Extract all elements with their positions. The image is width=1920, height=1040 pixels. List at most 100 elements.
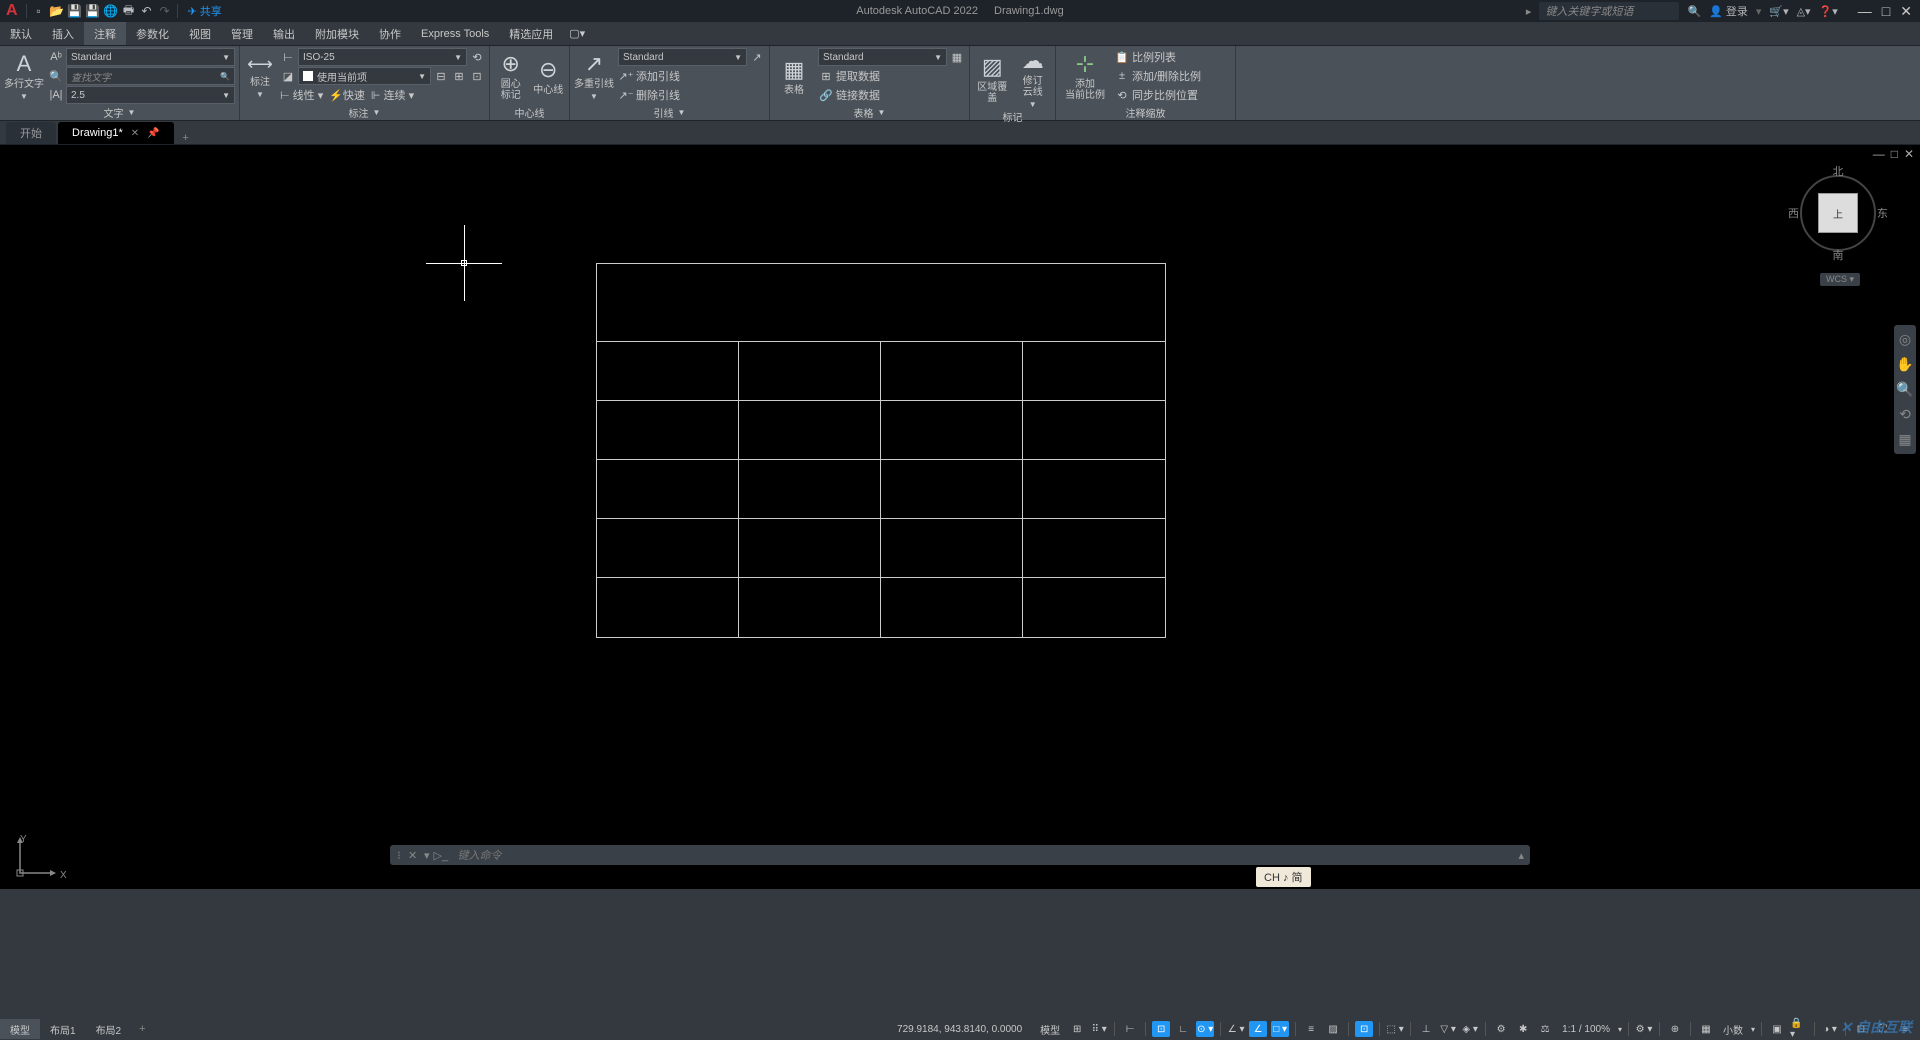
osnap-icon[interactable]: □ ▾ [1271, 1021, 1289, 1037]
tab-drawing1[interactable]: Drawing1* ✕ 📌 [58, 122, 174, 144]
continue-button[interactable]: ⊩ 连续 ▾ [371, 87, 414, 103]
linear-button[interactable]: ⊢ 线性 ▾ [280, 87, 323, 103]
layout1-tab[interactable]: 布局1 [40, 1019, 86, 1039]
add-leader-button[interactable]: ↗⁺ 添加引线 [618, 67, 765, 85]
dim-panel-title[interactable]: 标注▼ [244, 104, 485, 120]
viewcube[interactable]: 北 南 西 东 上 WCS ▾ [1788, 163, 1888, 263]
tablestyle-combo[interactable]: Standard▼ [818, 48, 947, 66]
tab-more-icon[interactable]: ▢▾ [569, 27, 585, 40]
tab-close-icon[interactable]: ✕ [131, 128, 139, 139]
snapmode-icon[interactable]: ⠿ ▾ [1090, 1021, 1108, 1037]
tab-view[interactable]: 视图 [179, 22, 221, 45]
tab-pin-icon[interactable]: 📌 [147, 128, 159, 139]
centermark-button[interactable]: ⊕ 圆心 标记 [494, 48, 528, 104]
saveas-icon[interactable]: 💾 [85, 3, 101, 19]
osnap-track-icon[interactable]: ∠ [1249, 1021, 1267, 1037]
table-panel-title[interactable]: 表格▼ [774, 104, 965, 120]
wipeout-button[interactable]: ▨ 区域覆盖 [974, 48, 1011, 109]
orbit-icon[interactable]: ⟲ [1899, 406, 1911, 423]
wheel-icon[interactable]: ◎ [1899, 331, 1911, 348]
model-tab[interactable]: 模型 [0, 1019, 40, 1039]
addscale-button[interactable]: ⊹ 添加 当前比例 [1060, 48, 1110, 104]
height-icon[interactable]: |A| [48, 87, 64, 103]
undo-icon[interactable]: ↶ [139, 3, 155, 19]
grid-icon[interactable]: ⊞ [1068, 1021, 1086, 1037]
login-button[interactable]: 👤 登录 [1709, 3, 1748, 19]
vp-minimize-icon[interactable]: — [1873, 147, 1885, 161]
search-icon[interactable]: 🔍 [1687, 5, 1701, 18]
dimstyle-icon[interactable]: ⊢ [280, 49, 296, 65]
dimlayer-combo[interactable]: 使用当前项▼ [298, 67, 431, 85]
tab-output[interactable]: 输出 [263, 22, 305, 45]
drawing-canvas[interactable]: — □ ✕ Y X 北 南 西 东 上 WCS ▾ ◎ ✋ 🔍 ⟲ ▦ CH ♪… [0, 145, 1920, 889]
tab-collaborate[interactable]: 协作 [369, 22, 411, 45]
help-search-input[interactable]: 键入关键字或短语 [1539, 2, 1679, 20]
textstyle-icon[interactable]: Aᵇ [48, 49, 64, 65]
pan-icon[interactable]: ✋ [1896, 356, 1913, 373]
cmd-expand-icon[interactable]: ▴ [1512, 849, 1530, 862]
adddel-scale-button[interactable]: ± 添加/删除比例 [1114, 67, 1231, 85]
dynamic-input-icon[interactable]: ⊡ [1152, 1021, 1170, 1037]
autoscale-icon[interactable]: ✱ [1514, 1021, 1532, 1037]
selection-filter-icon[interactable]: ▽ ▾ [1439, 1021, 1457, 1037]
infer-icon[interactable]: ⊢ [1121, 1021, 1139, 1037]
web-icon[interactable]: 🌐 [103, 3, 119, 19]
tablestyle-icon[interactable]: ▦ [949, 49, 965, 65]
autodesk-icon[interactable]: ◬▾ [1797, 5, 1811, 18]
tab-annotate[interactable]: 注释 [84, 22, 126, 45]
share-button[interactable]: ✈ 共享 [188, 3, 222, 19]
layout2-tab[interactable]: 布局2 [86, 1019, 132, 1039]
viewcube-top[interactable]: 上 [1818, 193, 1858, 233]
cmd-close-icon[interactable]: ✕ [408, 849, 420, 862]
gizmo-icon[interactable]: ◈ ▾ [1461, 1021, 1479, 1037]
table-entity[interactable] [596, 263, 1166, 638]
dim-update-icon[interactable]: ⟲ [469, 49, 485, 65]
vp-close-icon[interactable]: ✕ [1904, 147, 1914, 161]
link-button[interactable]: 🔗 链接数据 [818, 86, 965, 104]
table-button[interactable]: ▦ 表格 [774, 48, 814, 104]
vp-maximize-icon[interactable]: □ [1891, 147, 1898, 161]
isodraft-icon[interactable]: ∠ ▾ [1227, 1021, 1245, 1037]
textstyle-combo[interactable]: Standard▼ [66, 48, 235, 66]
layer-icon[interactable]: ◪ [280, 68, 296, 84]
units-icon[interactable]: ▦ [1697, 1021, 1715, 1037]
quickprops-icon[interactable]: ▣ [1768, 1021, 1786, 1037]
mleaderstyle-combo[interactable]: Standard▼ [618, 48, 747, 66]
tab-featured[interactable]: 精选应用 [499, 22, 563, 45]
scalelist-button[interactable]: 📋 比例列表 [1114, 48, 1231, 66]
dim-ico3[interactable]: ⊡ [469, 68, 485, 84]
isolate-icon[interactable]: ◑ ▾ [1821, 1021, 1839, 1037]
tab-addins[interactable]: 附加模块 [305, 22, 369, 45]
cart-icon[interactable]: 🛒▾ [1769, 5, 1788, 18]
zoom-icon[interactable]: 🔍 [1896, 381, 1913, 398]
save-icon[interactable]: 💾 [67, 3, 83, 19]
units-label[interactable]: 小数 [1719, 1022, 1747, 1037]
mtext-button[interactable]: A 多行文字 ▼ [4, 48, 44, 104]
cmd-input[interactable]: 键入命令 [454, 847, 1513, 863]
tab-default[interactable]: 默认 [0, 22, 42, 45]
tab-insert[interactable]: 插入 [42, 22, 84, 45]
dim-button[interactable]: ⟷ 标注 ▼ [244, 48, 276, 104]
maximize-button[interactable]: □ [1882, 3, 1890, 20]
annotation-visibility-icon[interactable]: ⚙ [1492, 1021, 1510, 1037]
leader-panel-title[interactable]: 引线▼ [574, 104, 765, 120]
scale-value[interactable]: 1:1 / 100% [1558, 1024, 1614, 1035]
ortho-icon[interactable]: ∟ [1174, 1021, 1192, 1037]
height-combo[interactable]: 2.5▼ [66, 86, 235, 104]
wcs-label[interactable]: WCS ▾ [1820, 273, 1860, 286]
tab-express[interactable]: Express Tools [411, 22, 499, 45]
dimstyle-combo[interactable]: ISO-25▼ [298, 48, 467, 66]
showmotion-icon[interactable]: ▦ [1898, 431, 1911, 448]
centerline-button[interactable]: ⊖ 中心线 [532, 48, 566, 104]
tab-add-button[interactable]: + [176, 132, 196, 144]
transparency-icon[interactable]: ▨ [1324, 1021, 1342, 1037]
workspace-icon[interactable]: ⚙ ▾ [1635, 1021, 1653, 1037]
modelspace-label[interactable]: 模型 [1036, 1022, 1064, 1037]
close-button[interactable]: ✕ [1900, 3, 1912, 20]
lockui-icon[interactable]: 🔒 ▾ [1790, 1021, 1808, 1037]
minimize-button[interactable]: — [1858, 3, 1872, 20]
tab-start[interactable]: 开始 [6, 122, 56, 144]
remove-leader-button[interactable]: ↗⁻ 删除引线 [618, 86, 765, 104]
open-icon[interactable]: 📂 [49, 3, 65, 19]
redo-icon[interactable]: ↷ [157, 3, 173, 19]
